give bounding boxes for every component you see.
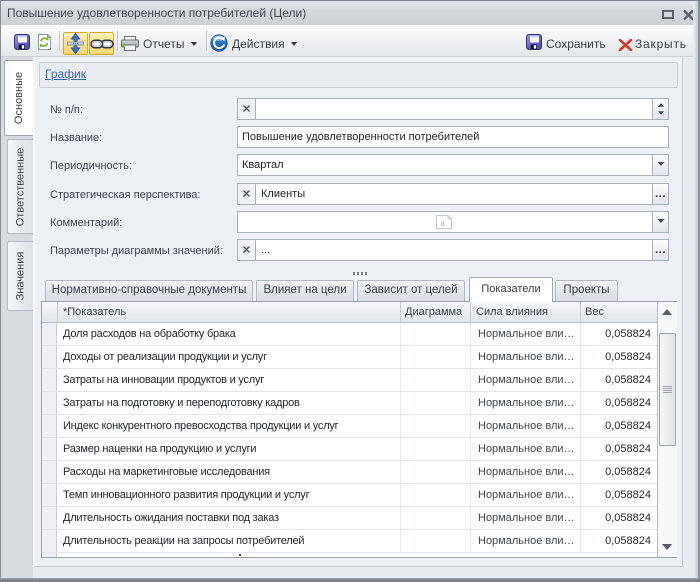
svg-text:a: a <box>441 218 446 229</box>
